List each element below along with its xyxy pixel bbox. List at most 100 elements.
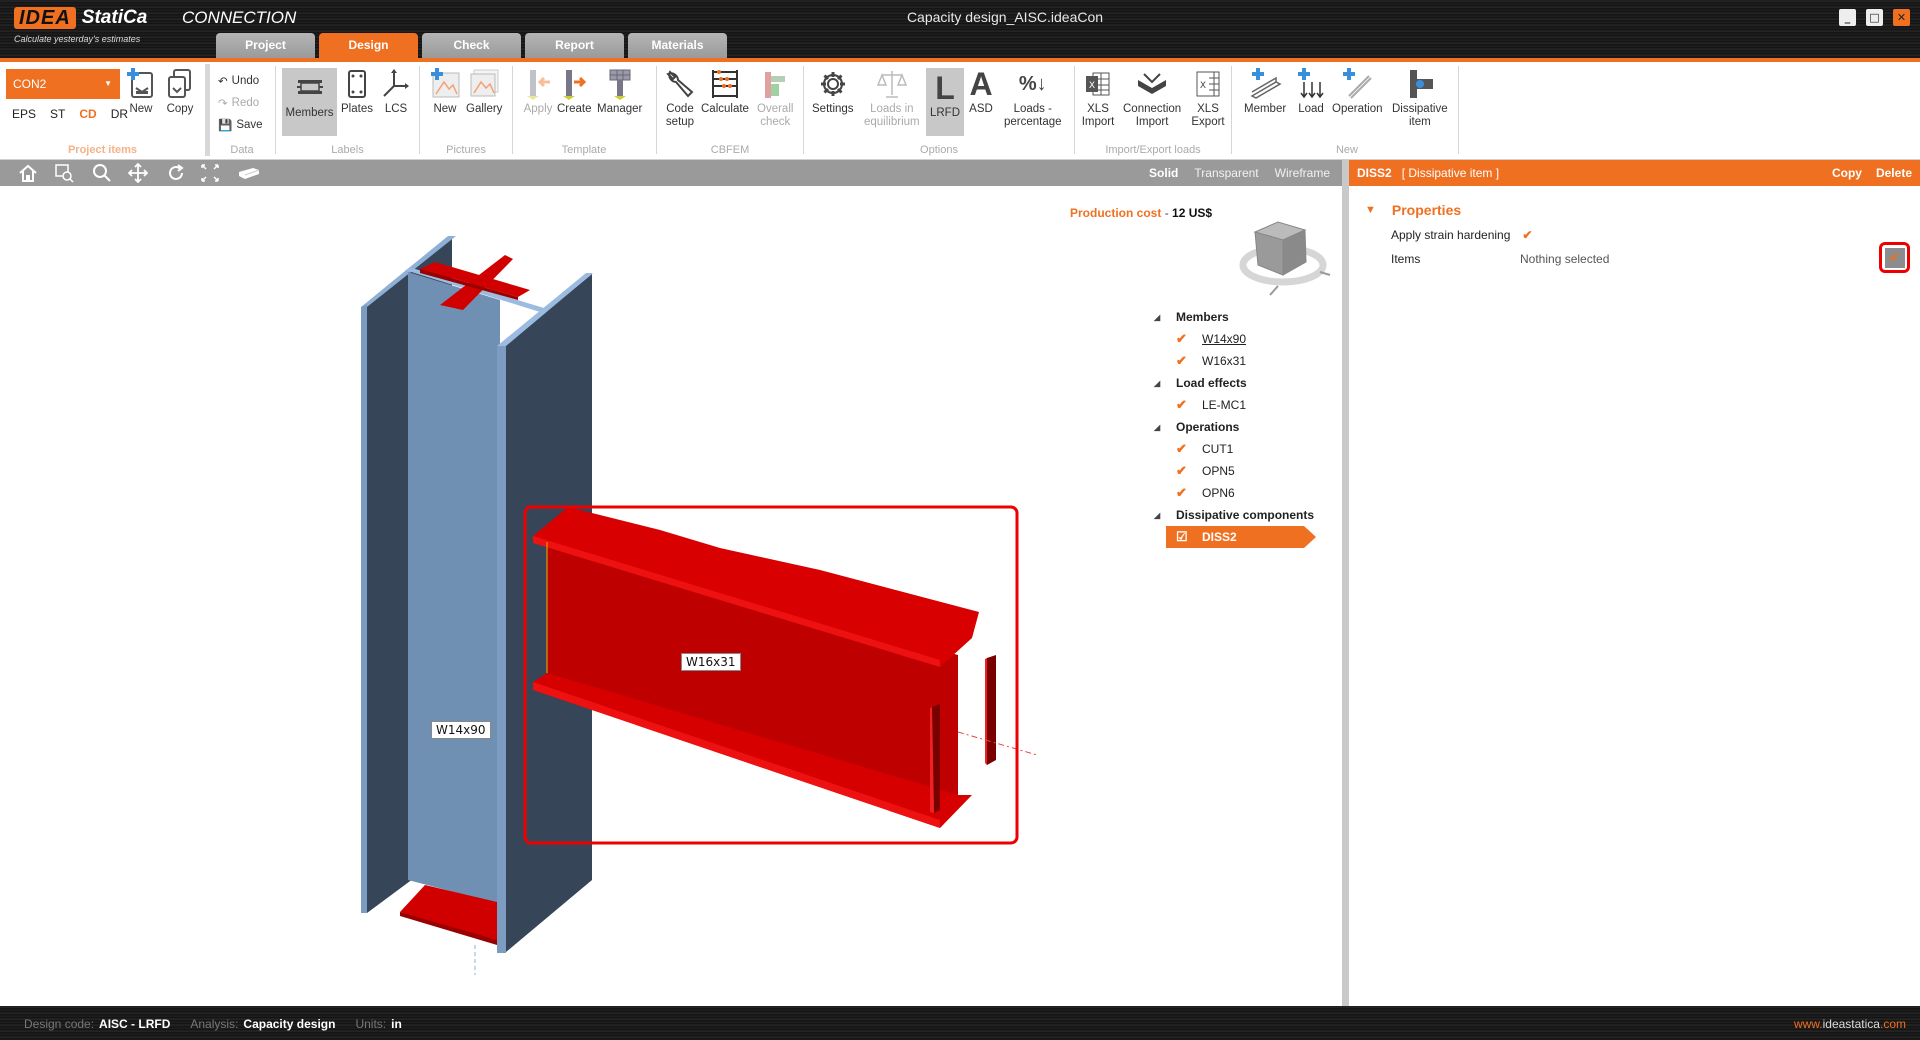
- mode-cd[interactable]: CD: [79, 107, 96, 121]
- strain-hardening-checkbox[interactable]: ✔: [1522, 228, 1532, 242]
- xls-import-button[interactable]: X XLS Import: [1081, 68, 1115, 129]
- checkbox-checked-icon[interactable]: ✔: [1176, 485, 1202, 501]
- checkbox-checked-icon[interactable]: ✔: [1176, 353, 1202, 369]
- status-design-code: Design code: AISC - LRFD: [24, 1017, 171, 1031]
- labels-plates-button[interactable]: Plates: [340, 68, 374, 116]
- picture-new-label: New: [433, 103, 457, 115]
- close-button[interactable]: ✕: [1893, 9, 1910, 26]
- website-link[interactable]: www.ideastatica.com: [1794, 1017, 1906, 1031]
- tab-project[interactable]: Project: [216, 33, 315, 58]
- loads-equilibrium-button[interactable]: Loads in equilibrium: [864, 68, 920, 129]
- view-mode-solid[interactable]: Solid: [1149, 166, 1178, 180]
- template-create-button[interactable]: Create: [557, 68, 592, 116]
- minimize-button[interactable]: _: [1839, 9, 1856, 26]
- pick-check-icon: ✔: [1884, 247, 1905, 268]
- connection-import-button[interactable]: Connection Import: [1123, 68, 1181, 129]
- mode-st[interactable]: ST: [50, 107, 65, 121]
- tree-group-load-effects[interactable]: ◢ Load effects: [1150, 372, 1330, 394]
- rotate-icon[interactable]: [166, 163, 186, 183]
- checkbox-checked-icon[interactable]: ✔: [1176, 441, 1202, 457]
- group-template: Apply Create Manager Template: [513, 62, 655, 160]
- properties-section-toggle[interactable]: ▼ Properties: [1365, 202, 1461, 218]
- settings-button[interactable]: Settings: [812, 68, 854, 116]
- expand-triangle-icon: ▼: [1365, 204, 1376, 216]
- tab-check[interactable]: Check: [422, 33, 521, 58]
- picture-new-button[interactable]: New: [428, 68, 462, 116]
- asd-button[interactable]: A ASD: [964, 68, 998, 116]
- xls-export-button[interactable]: X XLS Export: [1191, 68, 1225, 129]
- checkbox-checked-icon[interactable]: ✔: [1176, 463, 1202, 479]
- maximize-button[interactable]: □: [1866, 9, 1883, 26]
- svg-text:X: X: [1200, 81, 1206, 91]
- tree-item-diss2[interactable]: ☑ DISS2: [1166, 526, 1316, 548]
- collapse-triangle-icon[interactable]: ◢: [1150, 313, 1176, 322]
- lrfd-button[interactable]: L LRFD: [926, 68, 964, 136]
- tree-item-label: W14x90: [1202, 332, 1247, 346]
- view-mode-wireframe[interactable]: Wireframe: [1275, 166, 1330, 180]
- delete-item-link[interactable]: Delete: [1876, 166, 1912, 180]
- 3d-viewport[interactable]: Production cost - 12 US$ W14x90 W16x31 ◢…: [0, 186, 1342, 1006]
- excel-import-icon: X: [1081, 68, 1115, 100]
- undo-button[interactable]: ↶ Undo: [218, 74, 259, 88]
- tree-group-operations[interactable]: ◢ Operations: [1150, 416, 1330, 438]
- tree-item-opn6[interactable]: ✔ OPN6: [1150, 482, 1330, 504]
- zoom-icon[interactable]: [92, 163, 112, 183]
- copy-item-button[interactable]: Copy: [163, 68, 197, 116]
- copy-item-link[interactable]: Copy: [1832, 166, 1862, 180]
- view-mode-transparent[interactable]: Transparent: [1194, 166, 1258, 180]
- checkbox-checked-icon[interactable]: ☑: [1176, 529, 1202, 545]
- connection-select[interactable]: CON2 ▼: [6, 69, 120, 99]
- calculate-button[interactable]: Calculate: [701, 68, 749, 116]
- view-cube[interactable]: [1239, 221, 1331, 296]
- tree-item-cut1[interactable]: ✔ CUT1: [1150, 438, 1330, 460]
- new-operation-label: Operation: [1332, 103, 1383, 115]
- collapse-triangle-icon[interactable]: ◢: [1150, 379, 1176, 388]
- tree-item-w14x90[interactable]: ✔ W14x90: [1150, 328, 1330, 350]
- 3d-scene[interactable]: [0, 186, 1342, 1006]
- tab-design[interactable]: Design: [319, 33, 418, 58]
- collapse-triangle-icon[interactable]: ◢: [1150, 423, 1176, 432]
- labels-members-button[interactable]: Members: [282, 68, 337, 136]
- settings-label: Settings: [812, 103, 854, 115]
- new-item-button[interactable]: New: [124, 68, 158, 116]
- redo-button[interactable]: ↷ Redo: [218, 96, 259, 110]
- zoom-window-icon[interactable]: [54, 163, 74, 183]
- labels-lcs-button[interactable]: LCS: [379, 68, 413, 116]
- home-icon[interactable]: [18, 163, 38, 183]
- group-data: ↶ Undo ↷ Redo 💾 Save Data: [210, 62, 274, 160]
- picture-gallery-button[interactable]: Gallery: [466, 68, 502, 116]
- checkbox-checked-icon[interactable]: ✔: [1176, 397, 1202, 413]
- template-apply-button[interactable]: Apply: [521, 68, 555, 116]
- loads-percentage-button[interactable]: %↓ Loads - percentage: [1004, 68, 1062, 129]
- template-manager-button[interactable]: Manager: [597, 68, 642, 116]
- code-setup-button[interactable]: Code setup: [663, 68, 697, 129]
- tree-item-opn5[interactable]: ✔ OPN5: [1150, 460, 1330, 482]
- template-apply-icon: [521, 68, 555, 100]
- overall-check-button[interactable]: Overall check: [757, 68, 793, 129]
- panel-splitter[interactable]: [1342, 160, 1349, 1006]
- save-button[interactable]: 💾 Save: [218, 118, 263, 132]
- tree-item-w16x31[interactable]: ✔ W16x31: [1150, 350, 1330, 372]
- new-load-button[interactable]: Load: [1294, 68, 1328, 116]
- tab-report[interactable]: Report: [525, 33, 624, 58]
- new-member-button[interactable]: Member: [1244, 68, 1286, 116]
- tab-materials[interactable]: Materials: [628, 33, 727, 58]
- collapse-triangle-icon[interactable]: ◢: [1150, 511, 1176, 520]
- checkbox-checked-icon[interactable]: ✔: [1176, 331, 1202, 347]
- view-3d-icon[interactable]: [236, 163, 262, 183]
- tree-item-le-mc1[interactable]: ✔ LE-MC1: [1150, 394, 1330, 416]
- group-label-cbfem: CBFEM: [710, 144, 750, 156]
- template-create-icon: [557, 68, 591, 100]
- mode-eps[interactable]: EPS: [12, 107, 36, 121]
- new-dissipative-item-button[interactable]: Dissipative item: [1392, 68, 1448, 129]
- new-operation-button[interactable]: Operation: [1332, 68, 1383, 116]
- pan-icon[interactable]: [128, 163, 148, 183]
- group-labels: Members Plates LCS Labels: [276, 62, 419, 160]
- new-load-label: Load: [1298, 103, 1324, 115]
- tree-group-dissipative-components[interactable]: ◢ Dissipative components: [1150, 504, 1330, 526]
- zoom-extents-icon[interactable]: [200, 163, 220, 183]
- column-left-flange-front: [361, 304, 367, 913]
- connection-import-icon: [1135, 68, 1169, 100]
- items-pick-button[interactable]: ✔: [1879, 242, 1910, 273]
- tree-group-members[interactable]: ◢ Members: [1150, 306, 1330, 328]
